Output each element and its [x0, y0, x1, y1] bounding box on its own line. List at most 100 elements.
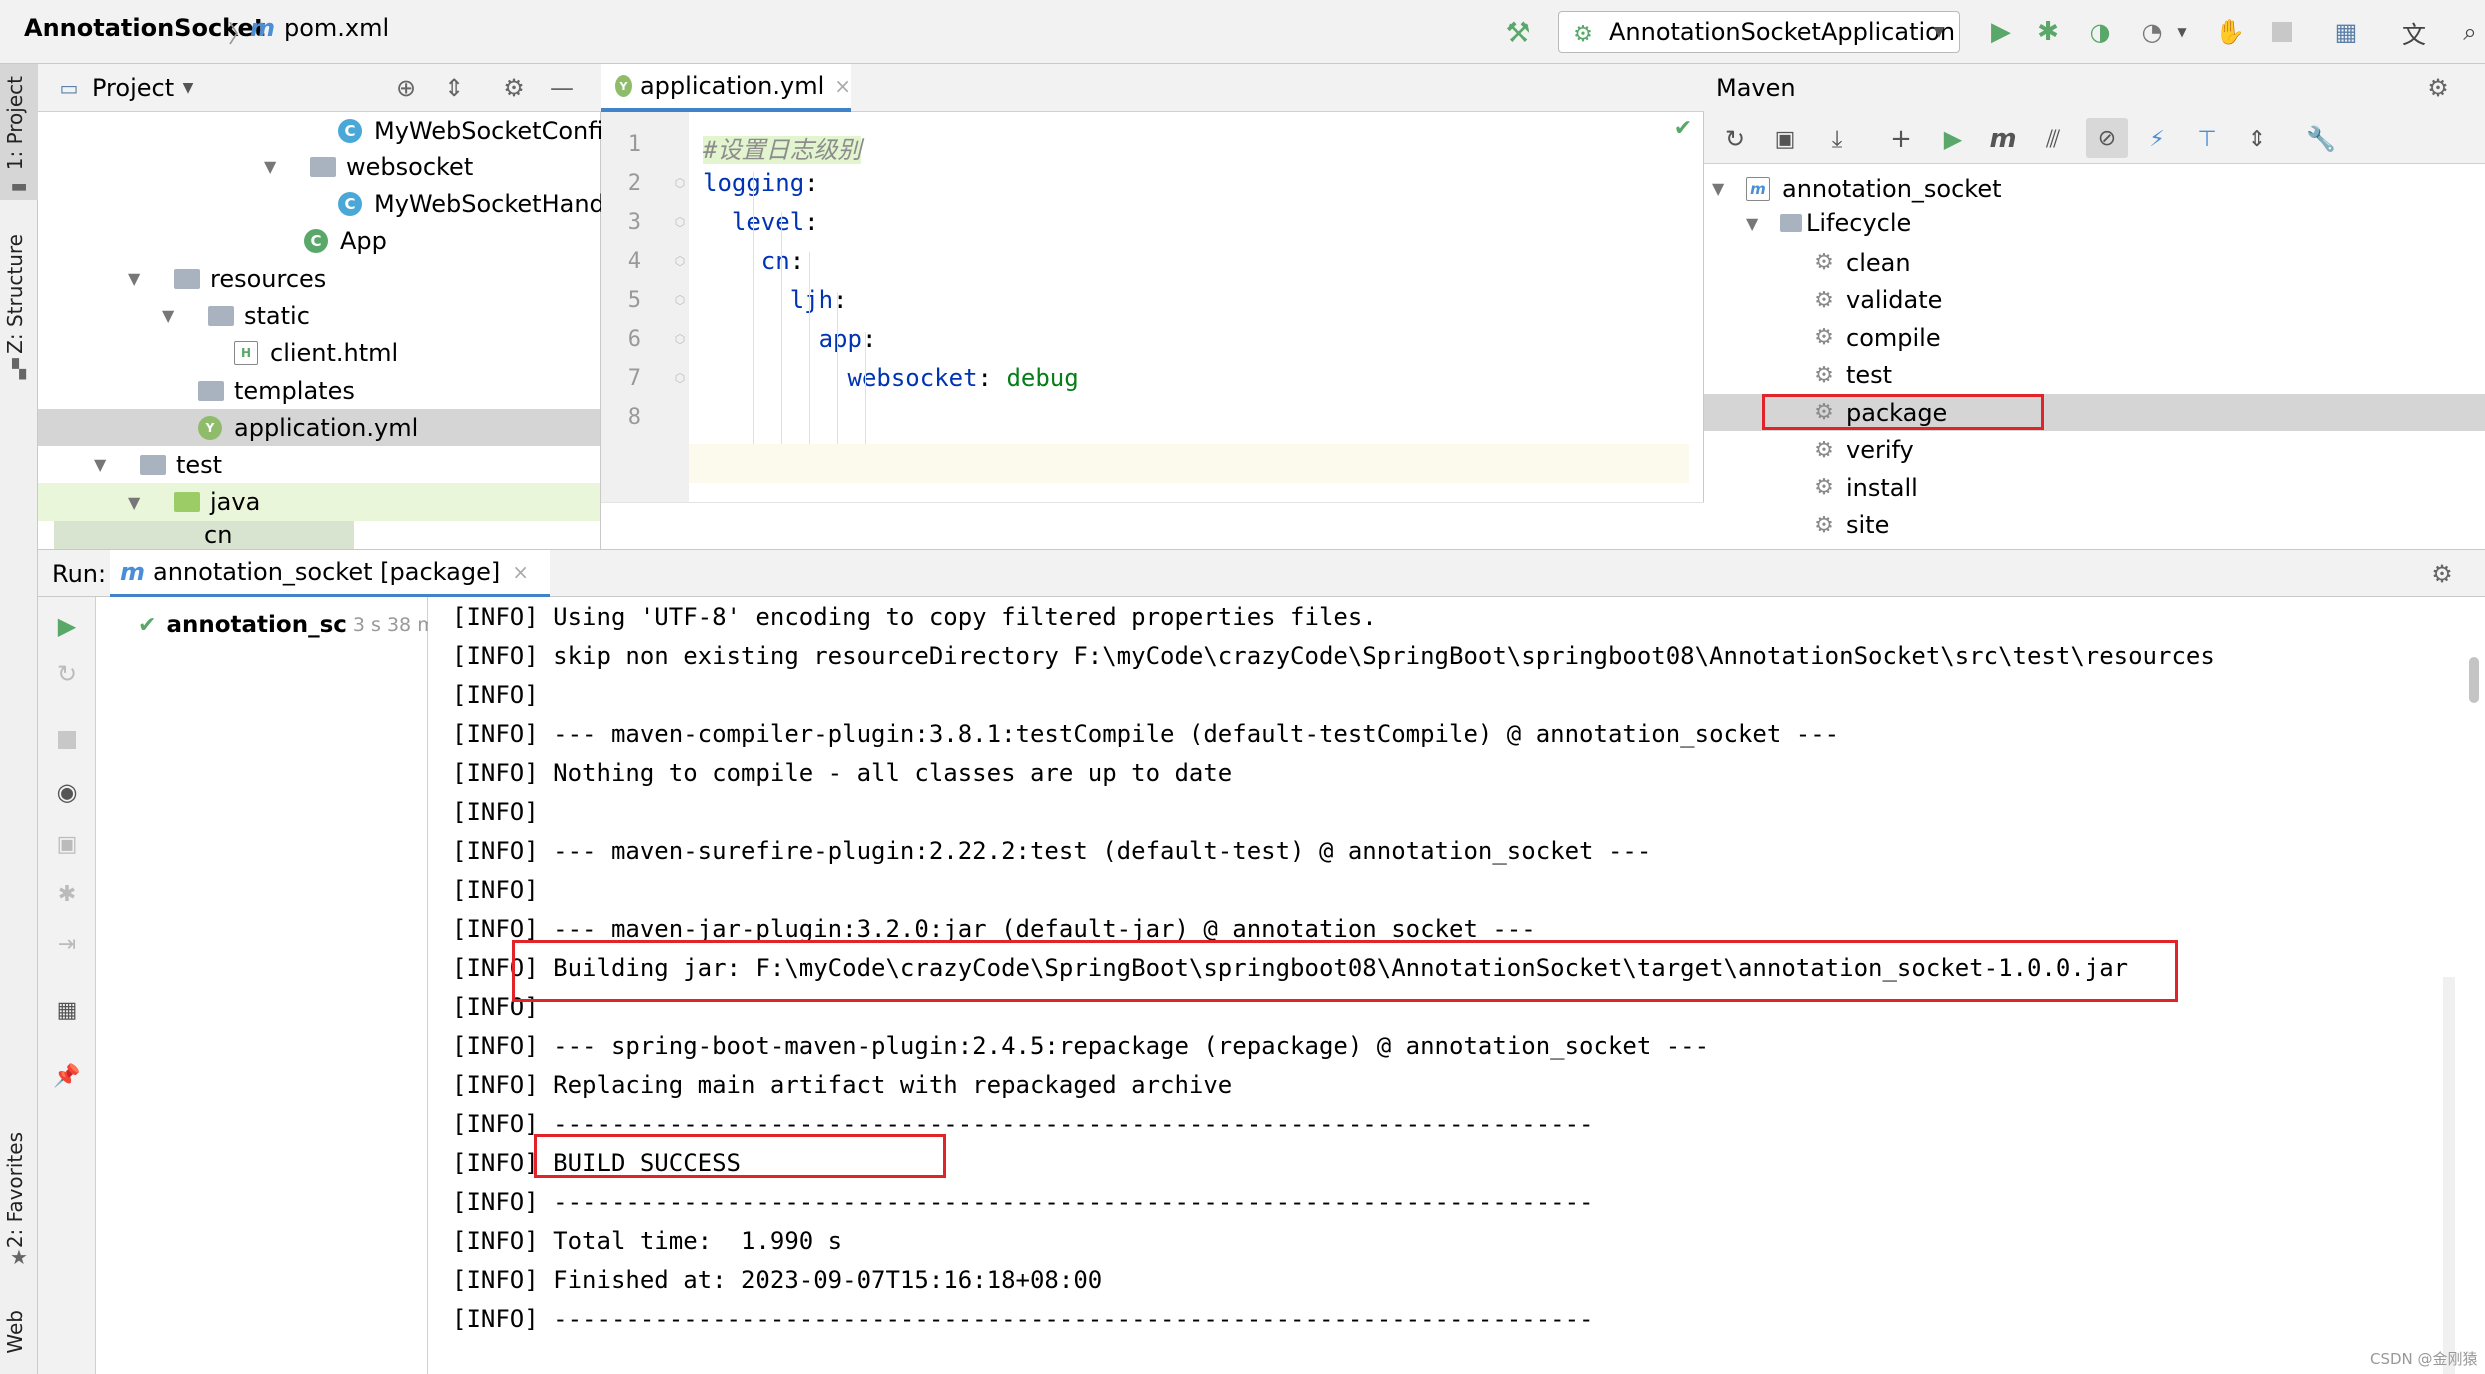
profile-dropdown-icon[interactable]: ▼ [2172, 14, 2192, 50]
run-tree-item[interactable]: ✔ annotation_sc 3 s 38 ms [138, 609, 446, 641]
tree-item[interactable]: ▼ resources [128, 260, 326, 297]
execute-goal-icon[interactable]: m [1986, 122, 2020, 156]
wrench-icon[interactable]: 🔧 [2304, 122, 2338, 156]
maven-goal[interactable]: ⚙ validate [1812, 282, 1942, 319]
close-tab-icon[interactable]: × [512, 560, 529, 584]
run-icon[interactable]: ▶ [1983, 14, 2019, 50]
expand-arrow-icon[interactable]: ▼ [128, 269, 148, 288]
add-icon[interactable]: + [1884, 122, 1918, 156]
stop-icon[interactable] [50, 723, 84, 757]
tree-item[interactable]: ▼ test [94, 446, 222, 483]
maven-goal[interactable]: ⚙ compile [1812, 319, 1940, 356]
settings-gear-icon[interactable]: ⚙ [2426, 558, 2458, 590]
build-hammer-icon[interactable]: ⚒ [1500, 14, 1536, 50]
tree-item[interactable]: ▼ static [162, 297, 310, 334]
collapse-all-icon[interactable]: ⇕ [2240, 122, 2274, 156]
lightning-icon[interactable]: ⚡ [2140, 122, 2174, 156]
maven-goal-label: validate [1846, 286, 1943, 314]
debug-icon[interactable]: ✱ [2030, 14, 2066, 50]
tree-item[interactable]: Hclient.html [234, 334, 398, 371]
expand-arrow-icon[interactable]: ▼ [128, 493, 148, 512]
tree-item[interactable]: C MyWebSocketConfig [338, 112, 619, 149]
settings-gear-icon[interactable]: ⚙ [2422, 72, 2454, 104]
hide-panel-icon[interactable]: — [546, 72, 578, 104]
maven-goal[interactable]: ⚙ verify [1812, 432, 1914, 469]
search-icon[interactable]: ⌕ [2452, 14, 2485, 50]
layout-icon[interactable]: ▦ [50, 993, 84, 1027]
console-line: [INFO] Replacing main artifact with repa… [452, 1071, 1233, 1099]
download-icon[interactable]: ⤓ [1820, 122, 1854, 156]
tree-item[interactable]: ▼ websocket [264, 148, 473, 185]
stop-icon[interactable] [2264, 14, 2300, 50]
rerun-failed-icon[interactable]: ↻ [50, 657, 84, 691]
maven-lifecycle[interactable]: ▼ Lifecycle [1746, 208, 1911, 238]
skip-tests-icon[interactable]: ⊘ [2086, 118, 2128, 158]
settings-gear-icon[interactable]: ⚙ [498, 72, 530, 104]
code-line: app: [703, 325, 877, 353]
tree-item[interactable]: cn [54, 521, 354, 549]
tree-item[interactable]: C App [304, 222, 387, 259]
collapse-all-icon[interactable]: ⇕ [438, 72, 470, 104]
fold-marker-icon[interactable]: ⬡ [673, 253, 687, 269]
tree-item-selected[interactable]: Yapplication.yml [38, 409, 600, 446]
fold-marker-icon[interactable]: ⬡ [673, 175, 687, 191]
profile-icon[interactable]: ◔ [2134, 14, 2170, 50]
tab-application-yml[interactable]: Y application.yml × [601, 64, 851, 112]
translate-icon[interactable]: 文 [2396, 14, 2432, 50]
expand-arrow-icon[interactable]: ▼ [94, 455, 114, 474]
console-scrollbar-thumb[interactable] [2469, 657, 2479, 703]
expand-arrow-icon[interactable]: ▼ [162, 306, 182, 325]
camera-icon[interactable]: ▣ [50, 827, 84, 861]
console-line: [INFO] --- maven-compiler-plugin:3.8.1:t… [452, 720, 1840, 748]
fold-marker-icon[interactable]: ⬡ [673, 331, 687, 347]
eye-icon[interactable]: ◉ [50, 775, 84, 809]
tree-item[interactable]: templates [198, 372, 355, 409]
expand-arrow-icon[interactable]: ▼ [264, 157, 284, 176]
fold-marker-icon[interactable]: ⬡ [673, 370, 687, 386]
highlight-build-success [534, 1134, 946, 1178]
attach-icon[interactable]: ✋ [2212, 14, 2248, 50]
fold-marker-icon[interactable]: ⬡ [673, 214, 687, 230]
maven-project-root[interactable]: ▼ m annotation_socket [1712, 170, 2002, 207]
tab-structure[interactable]: Z: Structure [3, 234, 27, 354]
tab-project[interactable]: 1: Project [3, 76, 27, 170]
tree-item[interactable]: ▼ java [38, 483, 600, 521]
maven-toolbar: ↻ ▣ ⤓ + ▶ m ⫻ ⊘ ⚡ ⊤ ⇕ 🔧 [1704, 112, 2485, 164]
tree-item-label: test [176, 450, 223, 479]
tab-favorites[interactable]: 2: Favorites [3, 1132, 27, 1248]
close-tab-icon[interactable]: × [834, 74, 851, 98]
tab-label: application.yml [639, 72, 825, 100]
console-line: [INFO] Using 'UTF-8' encoding to copy fi… [452, 603, 1377, 631]
debug-disabled-icon[interactable]: ✱ [50, 877, 84, 911]
code-token: app [703, 325, 862, 353]
show-dependencies-icon[interactable]: ⊤ [2190, 122, 2224, 156]
exit-icon[interactable]: ⇥ [50, 927, 84, 961]
tab-web[interactable]: Web [3, 1310, 27, 1354]
maven-goal[interactable]: ⚙ install [1812, 469, 1918, 506]
line-number: 8 [627, 405, 641, 430]
maven-goal[interactable]: ⚙ test [1812, 357, 1892, 394]
maven-goal[interactable]: ⚙ clean [1812, 244, 1910, 281]
tree-item-label: templates [234, 376, 355, 405]
fold-marker-icon[interactable]: ⬡ [673, 292, 687, 308]
tree-item[interactable]: C MyWebSocketHandle [338, 185, 626, 222]
indent-guide [753, 172, 754, 472]
breadcrumb-file[interactable]: pom.xml [284, 14, 389, 42]
maven-goal[interactable]: ⚙ site [1812, 507, 1889, 544]
chevron-down-icon[interactable]: ▼ [178, 78, 198, 98]
project-panel-title[interactable]: Project [92, 74, 174, 102]
run-maven-icon[interactable]: ▶ [1936, 122, 1970, 156]
run-tab[interactable]: m annotation_socket [package] × [110, 550, 550, 598]
expand-arrow-icon[interactable]: ▼ [1712, 179, 1732, 198]
reload-icon[interactable]: ↻ [1718, 122, 1752, 156]
toggle-offline-icon[interactable]: ⫻ [2036, 122, 2070, 156]
project-panel-header: ▭ Project ▼ ⊕ ⇕ ⚙ — [38, 64, 601, 112]
locate-icon[interactable]: ⊕ [390, 72, 422, 104]
coverage-icon[interactable]: ◑ [2082, 14, 2118, 50]
reimport-folder-icon[interactable]: ▣ [1768, 122, 1802, 156]
project-structure-icon[interactable]: ▦ [2328, 14, 2364, 50]
expand-arrow-icon[interactable]: ▼ [1746, 214, 1766, 233]
run-configuration-select[interactable]: ⚙ AnnotationSocketApplication ▼ [1558, 11, 1960, 53]
pin-icon[interactable]: 📌 [50, 1059, 84, 1093]
rerun-icon[interactable]: ▶ [50, 609, 84, 643]
